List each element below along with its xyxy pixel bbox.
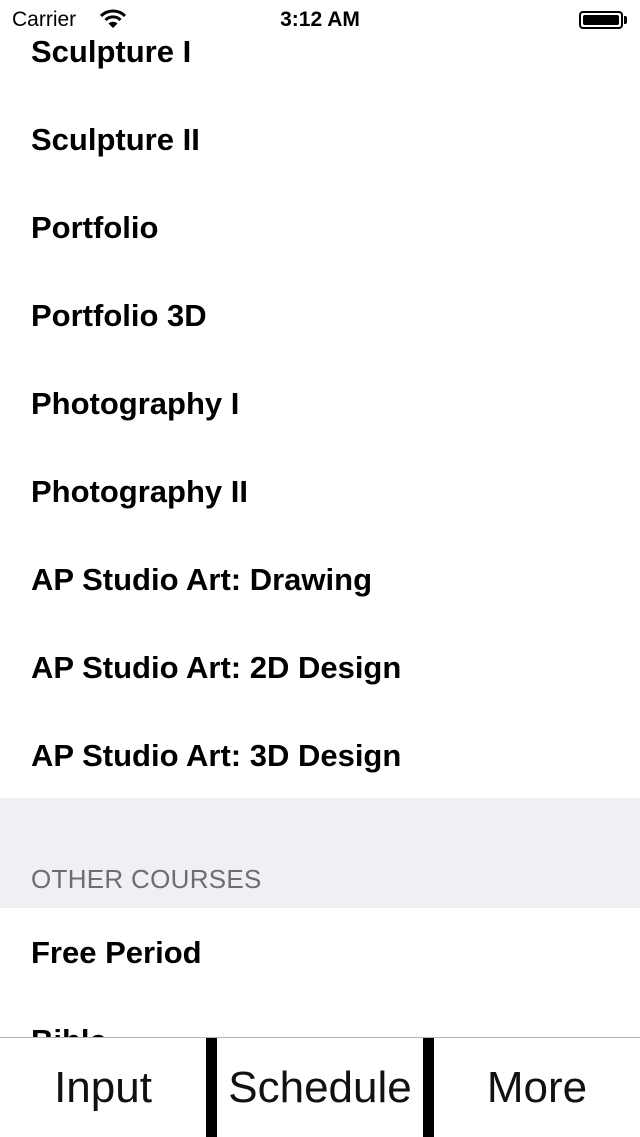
course-label: Bible — [31, 1023, 107, 1037]
section-header-label: OTHER COURSES — [31, 864, 262, 894]
tab-more[interactable]: More — [434, 1038, 640, 1137]
course-label: Free Period — [31, 935, 202, 970]
course-label: AP Studio Art: 3D Design — [31, 738, 402, 773]
list-item[interactable]: Photography II — [0, 448, 640, 536]
list-item[interactable]: Sculpture II — [0, 96, 640, 184]
tab-bar: Input Schedule More — [0, 1037, 640, 1137]
list-item[interactable]: AP Studio Art: 3D Design — [0, 712, 640, 800]
list-item[interactable]: Portfolio — [0, 184, 640, 272]
course-label: Portfolio — [31, 210, 159, 245]
course-label: Photography I — [31, 386, 240, 421]
list-item[interactable]: Photography I — [0, 360, 640, 448]
course-label: Sculpture II — [31, 122, 200, 157]
tab-divider — [206, 1038, 217, 1137]
list-item[interactable]: Bible — [0, 997, 640, 1037]
tab-schedule-label: Schedule — [228, 1062, 412, 1112]
list-item[interactable]: Free Period — [0, 909, 640, 997]
list-item[interactable]: Portfolio 3D — [0, 272, 640, 360]
tab-more-label: More — [486, 1062, 588, 1112]
course-label: Portfolio 3D — [31, 298, 207, 333]
course-label: AP Studio Art: 2D Design — [31, 650, 402, 685]
course-label: Photography II — [31, 474, 248, 509]
tab-input-label: Input — [54, 1062, 152, 1112]
status-bar: Carrier 3:12 AM — [0, 0, 640, 40]
battery-tip — [624, 16, 627, 24]
course-list: Sculpture I Sculpture II Portfolio Portf… — [0, 0, 640, 1037]
battery-icon — [579, 11, 623, 29]
list-item[interactable]: AP Studio Art: Drawing — [0, 536, 640, 624]
tab-input[interactable]: Input — [0, 1038, 206, 1137]
course-label: AP Studio Art: Drawing — [31, 562, 372, 597]
tab-divider — [423, 1038, 434, 1137]
status-time: 3:12 AM — [280, 8, 360, 31]
section-header-other-courses: OTHER COURSES — [0, 798, 640, 908]
tab-schedule[interactable]: Schedule — [217, 1038, 423, 1137]
list-item[interactable]: AP Studio Art: 2D Design — [0, 624, 640, 712]
